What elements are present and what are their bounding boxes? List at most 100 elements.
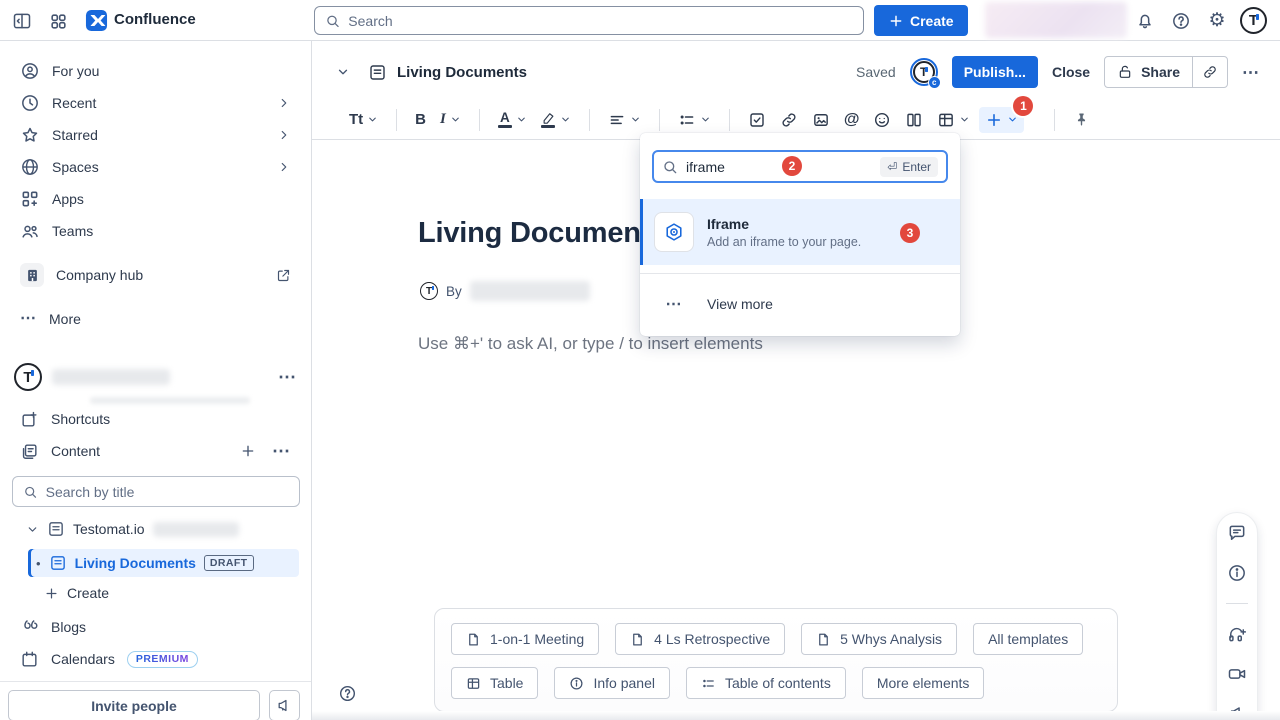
layouts-button[interactable] [900,107,928,133]
video-button[interactable] [1227,664,1247,684]
sidebar-item-blogs[interactable]: Blogs [8,611,303,643]
sidebar-item-starred[interactable]: Starred [8,119,303,151]
tree-item-space[interactable]: Testomat.io [8,515,303,543]
clock-icon [20,93,40,113]
mention-button[interactable]: @ [839,107,865,133]
workspace-more-icon[interactable]: ⋯ [278,368,297,386]
presence-avatar[interactable]: T c [910,58,938,86]
element-table-button[interactable]: Table [451,667,538,699]
search-icon [23,484,38,500]
insert-image-button[interactable] [807,107,835,133]
feedback-button[interactable] [269,690,300,720]
content-search[interactable] [12,476,300,507]
alignment-button[interactable] [603,107,646,133]
italic-button[interactable]: I [435,107,466,132]
copy-link-button[interactable] [1192,57,1227,87]
highlight-button[interactable] [536,107,576,132]
insert-search[interactable]: 2 ⏎ Enter [652,150,948,183]
element-label: More elements [877,675,970,691]
sidebar-footer-divider [0,681,311,682]
editor-placeholder[interactable]: Use ⌘+' to ask AI, or type / to insert e… [418,334,763,354]
comments-button[interactable] [1227,523,1247,543]
help-button[interactable] [1169,9,1193,33]
annotation-step-1: 1 [1013,96,1033,116]
collapse-sidebar-button[interactable] [10,9,34,33]
sidebar-item-for-you[interactable]: For you [8,55,303,87]
sidebar-item-recent[interactable]: Recent [8,87,303,119]
app-switcher-button[interactable] [46,9,70,33]
more-elements-button[interactable]: More elements [862,667,985,699]
content-more-icon[interactable]: ⋯ [272,442,291,460]
insert-search-input[interactable] [686,159,796,175]
megaphone-icon [276,697,293,714]
chevron-down-icon[interactable] [26,523,39,536]
template-5-whys-analysis[interactable]: 5 Whys Analysis [801,623,957,655]
text-style-button[interactable]: Tt [344,107,383,132]
template-1on1-meeting[interactable]: 1-on-1 Meeting [451,623,599,655]
document-title[interactable]: Living Documents [397,64,527,81]
insert-link-button[interactable] [775,107,803,133]
rail-divider [1226,603,1248,604]
element-toc-button[interactable]: Table of contents [686,667,846,699]
close-button[interactable]: Close [1052,64,1090,80]
workspace-header[interactable]: T ⋯ [8,360,303,394]
sidebar-item-teams[interactable]: Teams [8,215,303,247]
confluence-logo[interactable] [85,9,108,32]
checkbox-icon [748,111,766,129]
global-search-input[interactable] [348,13,853,29]
invite-people-button[interactable]: Invite people [8,690,260,720]
chevron-down-icon [560,114,571,125]
global-search[interactable] [314,6,864,35]
pin-toolbar-button[interactable] [1068,107,1095,132]
text-color-button[interactable]: A [493,107,532,133]
sidebar: For you Recent Starred Spaces [0,41,312,720]
task-button[interactable] [743,107,771,133]
sidebar-item-label: Apps [52,191,84,207]
editor-help-button[interactable] [338,684,357,703]
sidebar-item-spaces[interactable]: Spaces [8,151,303,183]
enter-hint: ⏎ Enter [880,157,938,177]
sidebar-item-label: Teams [52,223,93,239]
sidebar-item-shortcuts[interactable]: Shortcuts [8,403,303,435]
align-left-icon [608,111,626,129]
all-templates-button[interactable]: All templates [973,623,1083,655]
presence-badge: c [928,76,941,89]
audio-button[interactable] [1227,624,1247,644]
element-info-panel-button[interactable]: Info panel [554,667,670,699]
chevron-right-icon [277,128,291,142]
user-avatar[interactable]: T [1240,7,1267,34]
sidebar-item-more[interactable]: ⋯ More [8,303,303,335]
page-title[interactable]: Living Documents [418,217,666,250]
document-icon [816,632,831,647]
publish-button[interactable]: Publish... [952,56,1038,88]
settings-button[interactable]: ⚙ [1205,8,1229,32]
sidebar-item-apps[interactable]: Apps [8,183,303,215]
plus-icon [44,586,59,601]
insert-result-iframe[interactable]: Iframe Add an iframe to your page. 3 [640,199,960,265]
chevron-right-icon [277,96,291,110]
emoji-button[interactable] [868,107,896,133]
details-button[interactable] [1227,563,1247,583]
tree-item-page-selected[interactable]: • Living Documents DRAFT [28,549,299,577]
content-search-input[interactable] [46,484,289,500]
sidebar-item-content[interactable]: Content ⋯ [8,435,303,467]
share-button[interactable]: Share [1105,57,1192,87]
globe-icon [20,157,40,177]
breadcrumb-chevron-icon[interactable] [336,65,350,79]
list-button[interactable] [673,107,716,133]
header-more-icon[interactable]: ⋯ [1242,64,1260,81]
insert-elements-button[interactable]: 1 [979,107,1024,133]
notifications-button[interactable] [1133,9,1157,33]
view-more-item[interactable]: ⋯ View more [640,282,960,328]
sidebar-item-company-hub[interactable]: Company hub [8,259,303,291]
sidebar-item-calendars[interactable]: Calendars PREMIUM [8,643,303,675]
template-label: 5 Whys Analysis [840,631,942,647]
add-content-icon[interactable] [240,443,256,459]
table-button[interactable] [932,107,975,133]
pushpin-icon [1073,111,1090,128]
template-4ls-retrospective[interactable]: 4 Ls Retrospective [615,623,785,655]
tree-create-button[interactable]: Create [8,579,303,607]
lock-open-icon [1117,64,1133,80]
bold-button[interactable]: B [410,107,431,132]
create-button[interactable]: Create [874,5,968,36]
